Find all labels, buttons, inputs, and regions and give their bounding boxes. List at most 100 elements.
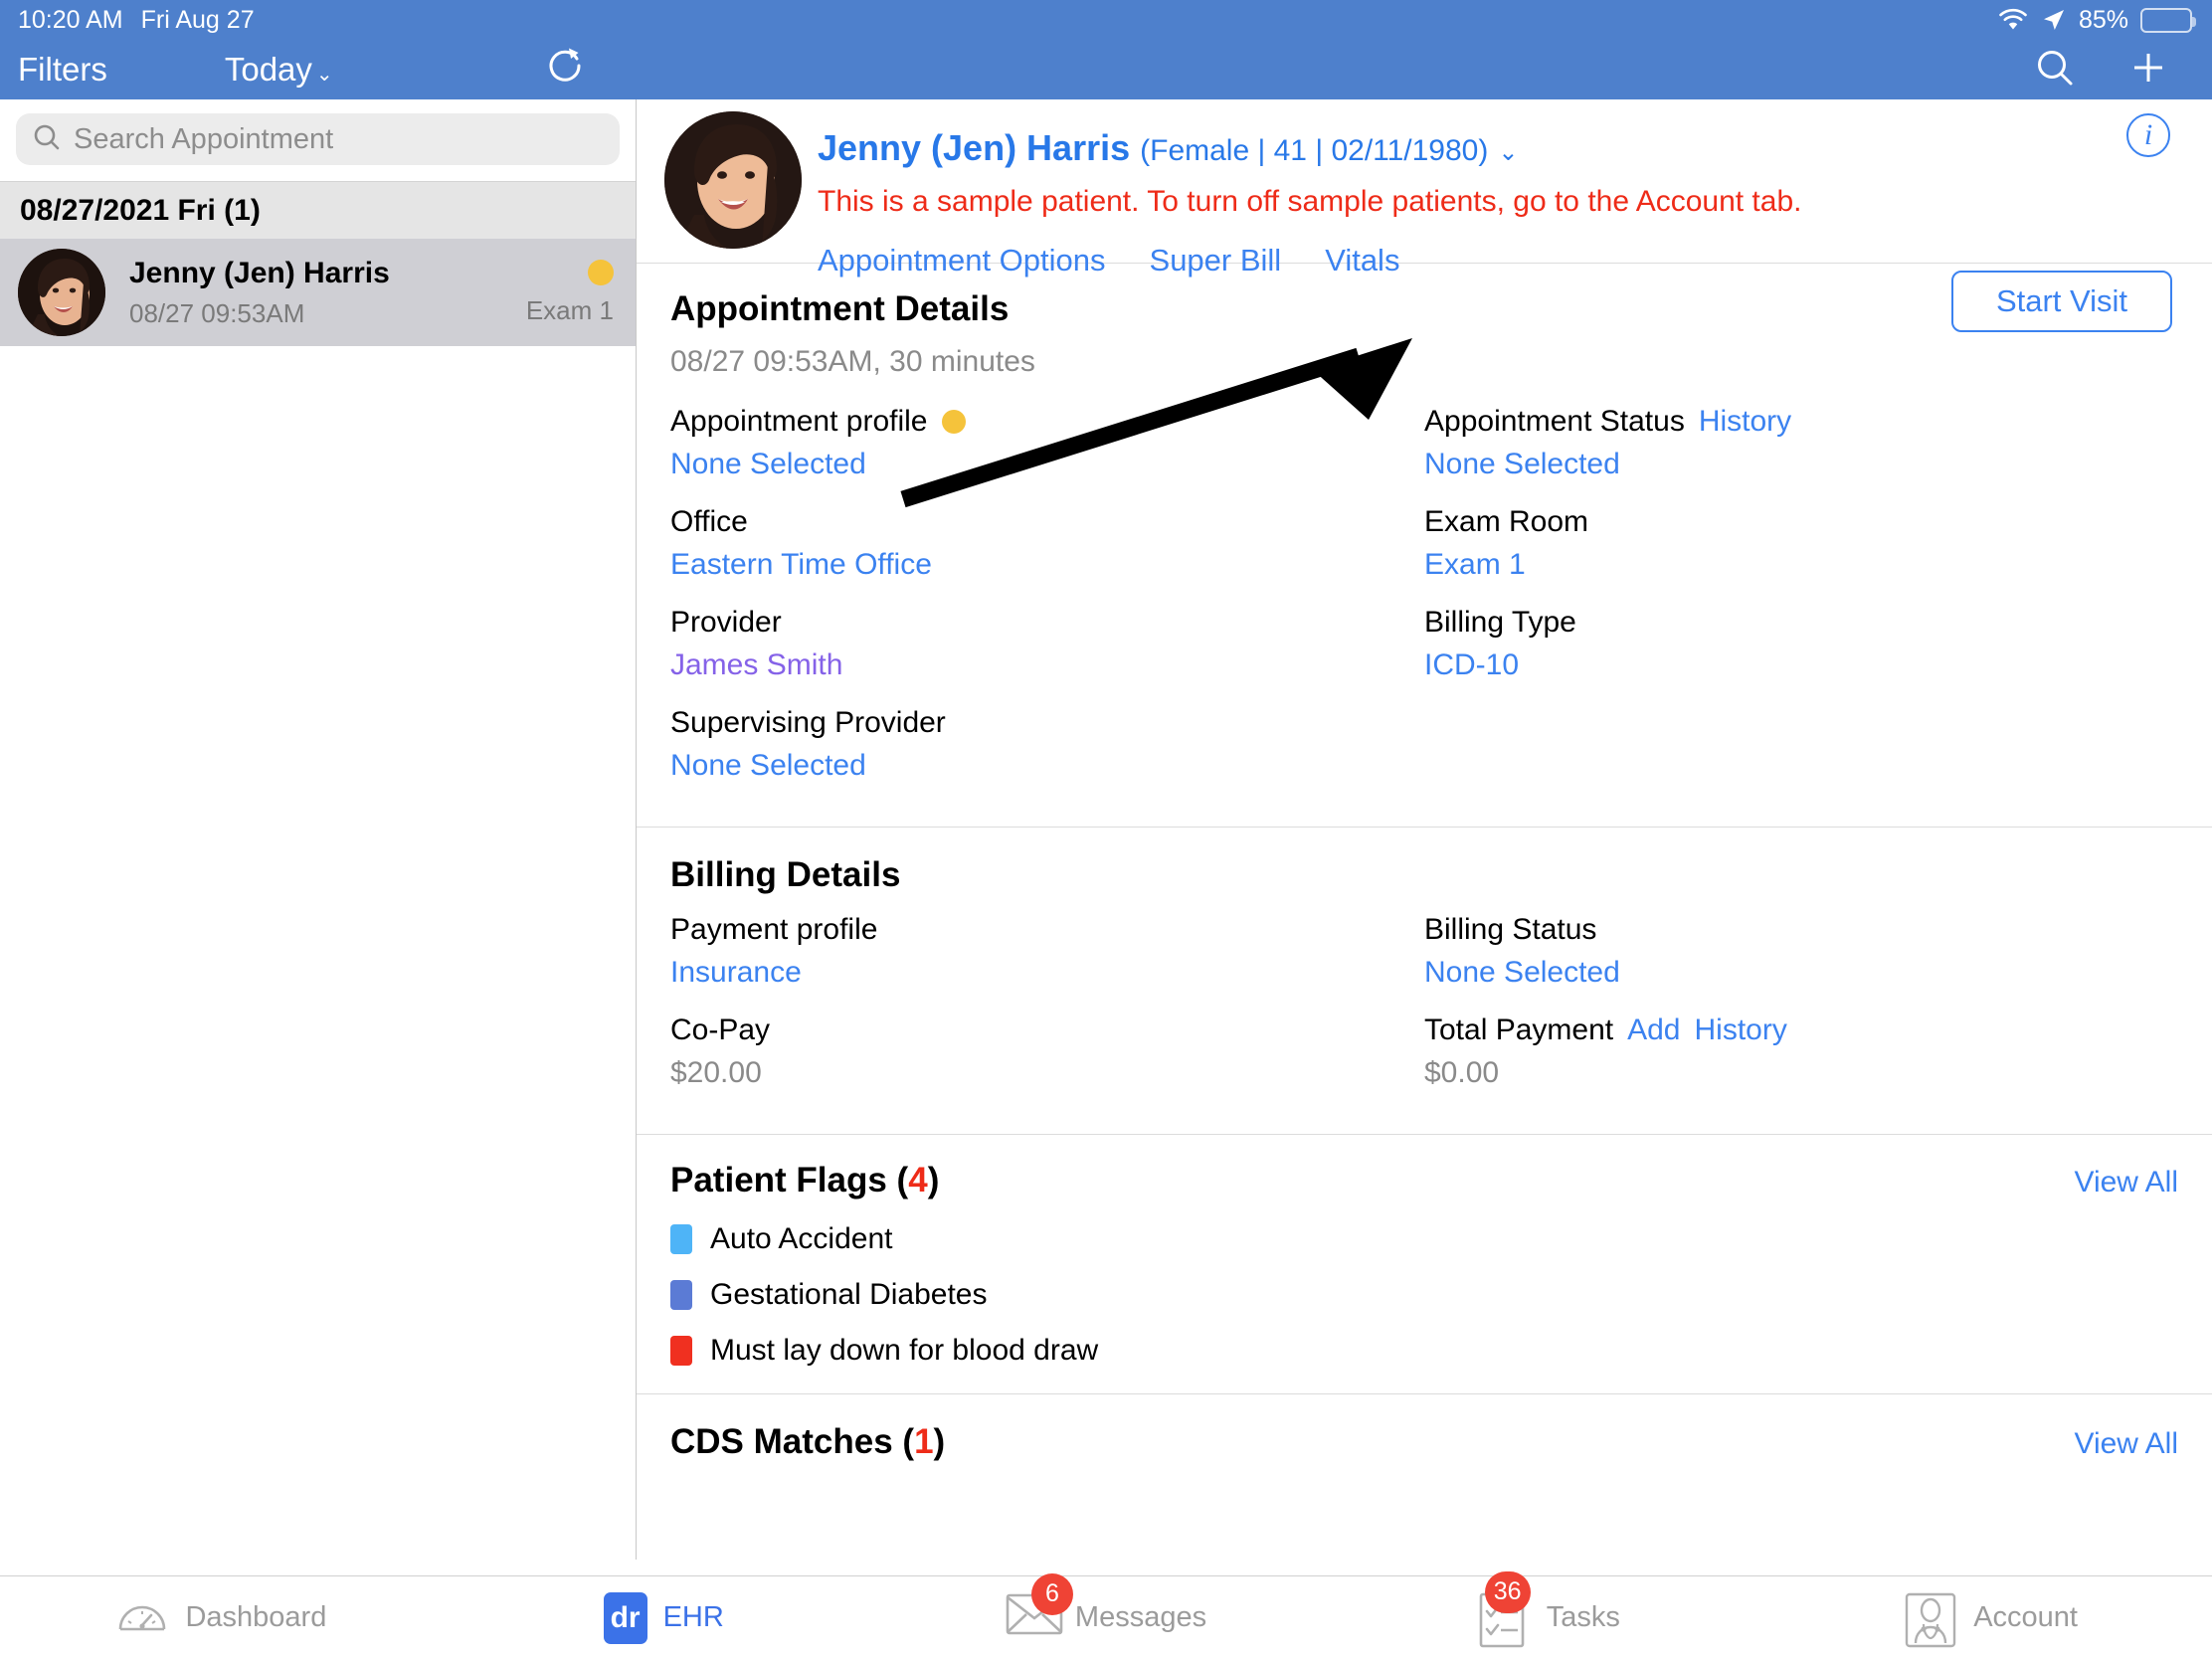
field-total-payment: Total Payment Add History $0.00 [1424,1014,2178,1090]
list-item[interactable]: Gestational Diabetes [670,1278,2178,1312]
battery-icon [2140,7,2196,33]
status-time: 10:20 AM [18,5,123,34]
main-content: Jenny (Jen) Harris (Female | 41 | 02/11/… [637,99,2212,1560]
cds-count: 1 [914,1422,934,1461]
field-label: Total Payment Add History [1424,1014,2178,1047]
main-navbar [637,40,2212,99]
sidebar-navbar: Filters Today ⌄ [0,40,637,99]
gauge-icon [115,1591,169,1645]
field-value[interactable]: Eastern Time Office [670,548,1424,582]
chevron-down-icon: ⌄ [1498,139,1519,166]
field-label: Exam Room [1424,505,2178,539]
chevron-down-icon: ⌄ [315,64,333,86]
cds-matches-section: CDS Matches (1) View All [637,1394,2212,1482]
field-label: Billing Status [1424,913,2178,947]
tab-tasks[interactable]: 36 Tasks [1327,1570,1769,1659]
location-arrow-icon [2041,7,2067,33]
field-value[interactable]: Insurance [670,956,1424,990]
refresh-button[interactable] [545,45,585,94]
avatar[interactable] [664,111,802,249]
field-value[interactable]: ICD-10 [1424,648,2178,682]
flag-label: Auto Accident [710,1222,893,1255]
field-label-text: Provider [670,606,782,639]
list-item[interactable]: Auto Accident [670,1222,2178,1256]
cds-title-text: CDS Matches ( [670,1422,915,1461]
field-appointment-profile: Appointment profile None Selected [670,405,1424,481]
appointment-fields-left: Appointment profile None Selected Office… [670,405,1424,807]
tab-dashboard[interactable]: Dashboard [0,1576,443,1659]
total-payment-add-link[interactable]: Add [1627,1014,1680,1047]
field-value[interactable]: None Selected [1424,956,2178,990]
cds-matches-header: CDS Matches (1) View All [670,1422,2178,1462]
tab-messages[interactable]: 6 Messages [885,1572,1328,1659]
tasks-badge: 36 [1484,1570,1531,1613]
tab-account[interactable]: Account [1769,1576,2212,1659]
flag-color-swatch [670,1280,692,1310]
list-item-time: 08/27 09:53AM [129,297,305,328]
status-bar-left: 10:20 AM Fri Aug 27 [0,0,637,40]
cds-title-end: ) [933,1422,946,1461]
filters-button[interactable]: Filters [18,51,107,89]
billing-fields-grid: Payment profile Insurance Co-Pay $20.00 [670,913,2178,1114]
dr-logo-icon: dr [603,1591,647,1644]
field-value[interactable]: None Selected [670,749,1424,783]
cds-matches-view-all-link[interactable]: View All [2074,1427,2178,1461]
field-label: Provider [670,606,1424,640]
list-item[interactable]: Must lay down for blood draw [670,1334,2178,1368]
field-value[interactable]: None Selected [1424,448,2178,481]
patient-demographics: (Female | 41 | 02/11/1980) [1140,134,1489,167]
field-value: $0.00 [1424,1056,1500,1089]
list-item-room: Exam 1 [525,294,614,325]
plus-icon[interactable] [2126,46,2170,94]
avatar [18,249,105,336]
field-label: Co-Pay [670,1014,1424,1047]
tab-label: Messages [1074,1601,1207,1633]
envelope-icon: 6 [1006,1572,1073,1645]
field-value[interactable]: James Smith [670,648,1424,682]
field-label: Supervising Provider [670,706,1424,740]
flag-label: Must lay down for blood draw [710,1334,1099,1367]
flag-color-swatch [670,1224,692,1254]
tab-label: EHR [662,1601,724,1633]
status-bar-right: 85% [637,0,2212,40]
status-date: Fri Aug 27 [140,5,255,34]
field-supervising-provider: Supervising Provider None Selected [670,706,1424,783]
status-dot-icon [588,259,614,285]
field-label: Office [670,505,1424,539]
field-label-text: Office [670,505,748,538]
field-co-pay: Co-Pay $20.00 [670,1014,1424,1090]
total-payment-history-link[interactable]: History [1694,1014,1786,1047]
appointment-details-section: Appointment Details 08/27 09:53AM, 30 mi… [637,264,2212,827]
search-appointment-input[interactable]: Search Appointment [16,113,620,165]
list-item-patient-name: Jenny (Jen) Harris [129,256,390,289]
patient-flags-title-end: ) [927,1161,940,1199]
field-label-text: Billing Status [1424,913,1597,946]
appointment-status-history-link[interactable]: History [1699,405,1791,439]
search-icon[interactable] [2033,46,2077,94]
battery-percent: 85% [2078,5,2128,34]
date-group-header: 08/27/2021 Fri (1) [0,181,636,239]
section-title: Appointment Details [670,289,1010,328]
search-placeholder: Search Appointment [74,122,334,155]
field-label-text: Co-Pay [670,1014,771,1046]
field-value[interactable]: Exam 1 [1424,548,2178,582]
tab-label: Account [1973,1601,2078,1633]
field-value[interactable]: None Selected [670,448,1424,481]
field-billing-type: Billing Type ICD-10 [1424,606,2178,682]
search-icon [32,122,62,157]
tab-ehr[interactable]: dr EHR [443,1576,885,1659]
flag-label: Gestational Diabetes [710,1278,988,1311]
list-item[interactable]: Jenny (Jen) Harris 08/27 09:53AM Exam 1 [0,239,636,346]
today-dropdown[interactable]: Today ⌄ [225,51,333,89]
field-label-text: Appointment profile [670,405,928,438]
appointment-fields-grid: Appointment profile None Selected Office… [670,405,2178,807]
patient-flags-count: 4 [908,1161,928,1199]
section-title: Patient Flags (4) [670,1161,939,1200]
patient-flags-view-all-link[interactable]: View All [2074,1166,2178,1199]
info-icon[interactable]: i [2126,113,2170,157]
billing-details-section: Billing Details Payment profile Insuranc… [637,828,2212,1134]
app-root: 10:20 AM Fri Aug 27 85% Filters Today ⌄ [0,0,2212,1659]
tab-label: Tasks [1546,1601,1620,1633]
patient-name-row[interactable]: Jenny (Jen) Harris (Female | 41 | 02/11/… [818,127,2212,169]
appointment-fields-right: Appointment Status History None Selected… [1424,405,2178,807]
